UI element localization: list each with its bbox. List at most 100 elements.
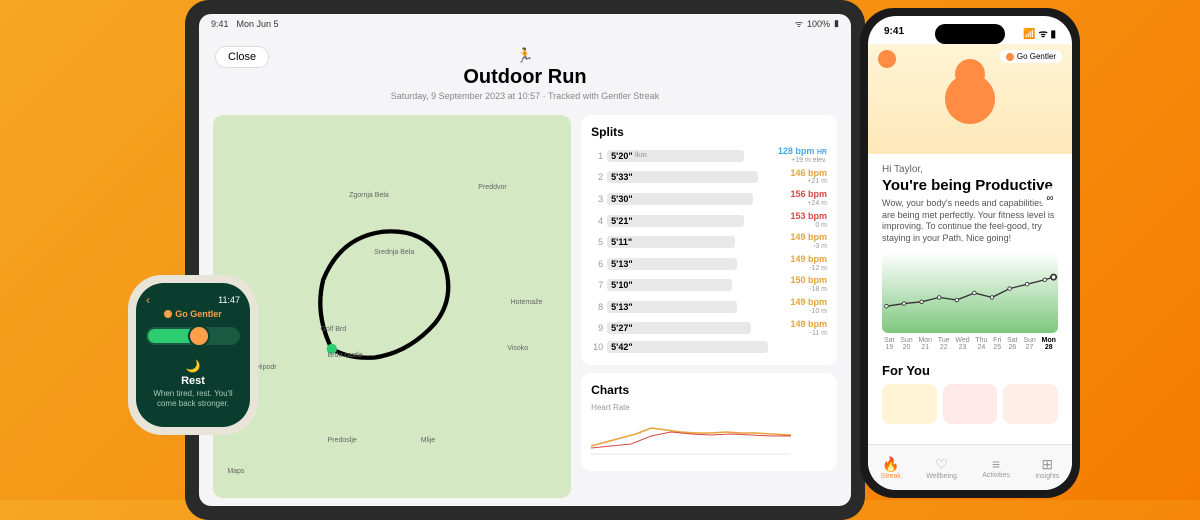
map-place-label: Golf Brd — [320, 326, 346, 333]
go-gentler-pill[interactable]: Go Gentler — [1000, 50, 1062, 63]
tab-label: Insights — [1035, 473, 1059, 480]
charts-title: Charts — [591, 383, 827, 397]
split-number: 6 — [591, 259, 603, 269]
split-row[interactable]: 3 5'30" 156 bpm+24 m — [591, 188, 827, 210]
split-elev: -3 m — [790, 243, 827, 251]
split-number: 10 — [591, 342, 603, 352]
split-elev: -10 m — [790, 308, 827, 316]
ipad-device: 9:41 Mon Jun 5 ᯤ 100% ▮ Close 🏃 Outdoor … — [185, 0, 865, 520]
effort-slider[interactable] — [146, 327, 240, 345]
split-number: 8 — [591, 302, 603, 312]
for-you-heading: For You — [882, 363, 1058, 378]
split-hr: 156 bpm — [790, 190, 827, 200]
split-elev: +24 m — [790, 200, 827, 208]
split-number: 4 — [591, 216, 603, 226]
ipad-date: Mon Jun 5 — [237, 19, 279, 29]
split-hr: 153 bpm — [790, 212, 827, 222]
gentler-label: Go Gentler — [1017, 52, 1056, 61]
tab-wellbeing[interactable]: ♡Wellbeing — [926, 456, 957, 480]
dynamic-island — [935, 24, 1005, 44]
map-place-label: Hotemaže — [511, 299, 543, 306]
streak-day[interactable]: Wed23 — [955, 337, 969, 351]
split-elev: 0 m — [790, 222, 827, 230]
split-row[interactable]: 10 5'42" — [591, 339, 827, 355]
tab-label: Streak — [881, 473, 901, 480]
iphone-time: 9:41 — [884, 26, 904, 40]
iphone-screen: 9:41 📶 ᯤ ▮ Go Gentler Hi Taylor, You're … — [868, 16, 1072, 490]
streak-day[interactable]: Sat26 — [1007, 337, 1018, 351]
hr-chart[interactable] — [591, 416, 791, 456]
streak-chart[interactable] — [882, 253, 1058, 333]
tab-icon: ♡ — [926, 456, 957, 473]
split-row[interactable]: 7 5'10" 150 bpm-18 m — [591, 274, 827, 296]
split-number: 2 — [591, 172, 603, 182]
ipad-status-bar: 9:41 Mon Jun 5 ᯤ 100% ▮ — [199, 14, 851, 33]
close-button[interactable]: Close — [215, 46, 269, 68]
tab-activities[interactable]: ≡Activities — [982, 456, 1010, 479]
split-pace-bar: 5'42" — [607, 341, 767, 353]
greeting-text: Hi Taylor, — [882, 164, 1053, 175]
map-place-label: Srednja Bela — [374, 249, 414, 256]
split-pace-bar: 5'33" — [607, 171, 758, 183]
split-number: 9 — [591, 323, 603, 333]
map-place-label: Predoslje — [328, 437, 357, 444]
charts-card: Charts Heart Rate — [581, 373, 837, 471]
split-hr: 150 bpm — [790, 276, 827, 286]
settings-badge[interactable]: ∞ — [1040, 188, 1060, 208]
split-row[interactable]: 8 5'13" 149 bpm-10 m — [591, 296, 827, 318]
rest-icon: 🌙 — [146, 359, 240, 373]
route-path — [285, 211, 482, 383]
split-hr: 149 bpm — [790, 255, 827, 265]
streak-day[interactable]: Tue22 — [938, 337, 950, 351]
split-pace-bar: 5'21" — [607, 215, 744, 227]
split-row[interactable]: 1 5'20"/km 128 bpm HR+19 m elev. — [591, 145, 827, 167]
split-hr: 149 bpm — [790, 320, 827, 330]
split-hr: 149 bpm — [790, 298, 827, 308]
tab-insights[interactable]: ⊞Insights — [1035, 456, 1059, 480]
watch-case: ‹ 11:47 Go Gentler 🌙 Rest When tired, re… — [128, 275, 258, 435]
split-row[interactable]: 6 5'13" 149 bpm-12 m — [591, 253, 827, 275]
gentler-dot-icon — [1006, 53, 1014, 61]
tab-label: Activities — [982, 472, 1010, 479]
split-row[interactable]: 5 5'11" 149 bpm-3 m — [591, 231, 827, 253]
split-row[interactable]: 2 5'33" 146 bpm+21 m — [591, 167, 827, 189]
streak-day[interactable]: Sat19 — [884, 337, 895, 351]
split-row[interactable]: 4 5'21" 153 bpm0 m — [591, 210, 827, 232]
split-number: 7 — [591, 280, 603, 290]
splits-card: Splits 1 5'20"/km 128 bpm HR+19 m elev.2… — [581, 115, 837, 365]
hero-banner: Go Gentler — [868, 44, 1072, 154]
watch-screen: ‹ 11:47 Go Gentler 🌙 Rest When tired, re… — [136, 283, 250, 427]
tab-icon: 🔥 — [881, 456, 901, 473]
workout-title: Outdoor Run — [199, 66, 851, 89]
split-pace-bar: 5'11" — [607, 236, 734, 248]
split-row[interactable]: 9 5'27" 149 bpm-11 m — [591, 318, 827, 340]
streak-day[interactable]: Mon21 — [918, 337, 932, 351]
streak-day[interactable]: Mon28 — [1042, 337, 1056, 351]
map-attribution: Maps — [227, 468, 244, 475]
ipad-time: 9:41 — [211, 19, 229, 29]
streak-day[interactable]: Thu24 — [975, 337, 987, 351]
split-pace-bar: 5'10" — [607, 279, 732, 291]
back-chevron-icon[interactable]: ‹ — [146, 293, 150, 307]
gentler-dot-icon — [164, 310, 172, 318]
split-elev: -11 m — [790, 330, 827, 338]
streak-day[interactable]: Fri25 — [993, 337, 1001, 351]
battery-icon: ▮ — [834, 18, 839, 29]
tab-streak[interactable]: 🔥Streak — [881, 456, 901, 480]
slider-thumb[interactable] — [188, 325, 210, 347]
wifi-icon: ᯤ — [795, 17, 803, 30]
streak-day[interactable]: Sun20 — [900, 337, 912, 351]
for-you-card[interactable] — [1003, 384, 1058, 424]
watch-gentler-badge: Go Gentler — [146, 309, 240, 319]
split-pace-bar: 5'27" — [607, 322, 751, 334]
signal-wifi-battery-icon: 📶 ᯤ ▮ — [1023, 26, 1056, 40]
for-you-card[interactable] — [882, 384, 937, 424]
rest-subtitle: When tired, rest. You'll come back stron… — [146, 389, 240, 408]
for-you-card[interactable] — [943, 384, 998, 424]
tab-label: Wellbeing — [926, 473, 957, 480]
rest-title: Rest — [146, 375, 240, 387]
watch-time: 11:47 — [218, 295, 240, 305]
avatar-icon[interactable] — [878, 50, 896, 68]
streak-day[interactable]: Sun27 — [1023, 337, 1035, 351]
status-body: Wow, your body's needs and capabilities … — [882, 198, 1058, 245]
